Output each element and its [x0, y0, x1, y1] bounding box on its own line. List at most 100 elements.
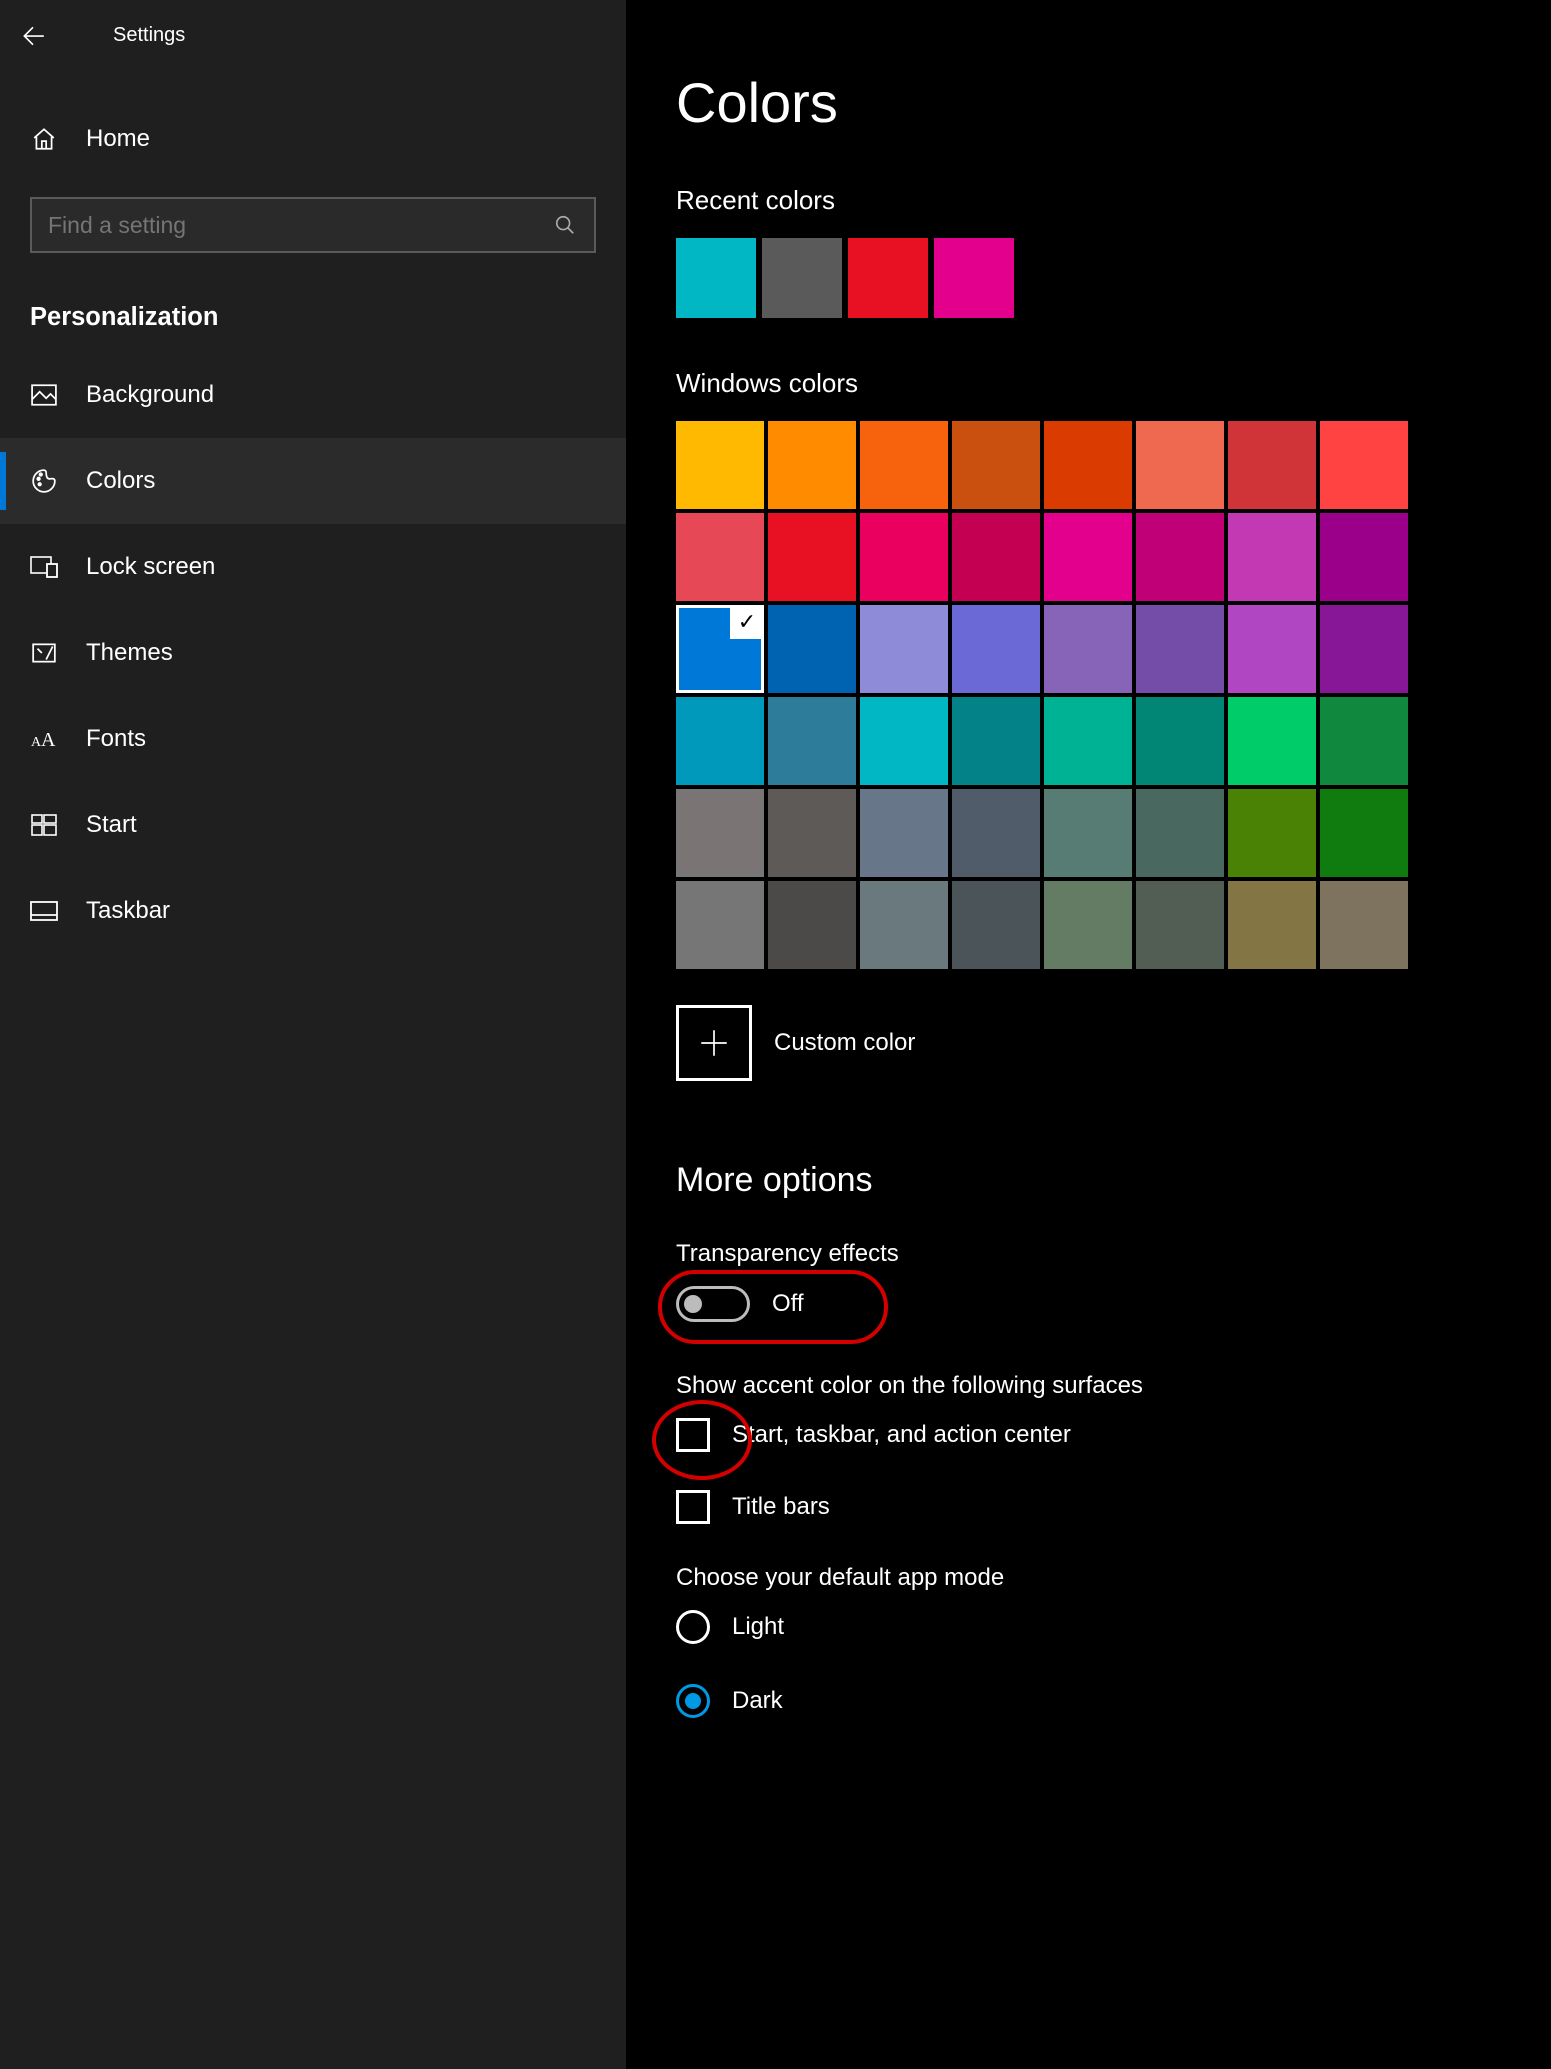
color-swatch[interactable] [1320, 881, 1408, 969]
transparency-toggle[interactable] [676, 1286, 750, 1322]
color-swatch[interactable] [676, 421, 764, 509]
main-content: Colors Recent colors Windows colors ✓ Cu… [626, 0, 1551, 2069]
radio-label: Light [732, 1613, 784, 1641]
custom-color-button[interactable] [676, 1005, 752, 1081]
sidebar-home[interactable]: Home [0, 103, 626, 175]
sidebar-item-label: Lock screen [86, 553, 215, 581]
arrow-left-icon [20, 23, 46, 49]
sidebar-item-lock-screen[interactable]: Lock screen [0, 524, 626, 610]
color-swatch[interactable] [768, 881, 856, 969]
titlebar: Settings [0, 8, 626, 63]
color-swatch[interactable] [1320, 605, 1408, 693]
color-swatch[interactable] [860, 881, 948, 969]
color-swatch[interactable] [768, 697, 856, 785]
color-swatch[interactable] [1320, 421, 1408, 509]
color-swatch[interactable] [1136, 421, 1224, 509]
accent-surfaces-title: Show accent color on the following surfa… [676, 1372, 1501, 1400]
color-swatch[interactable] [676, 697, 764, 785]
color-swatch[interactable] [952, 421, 1040, 509]
recent-color-swatch[interactable] [676, 238, 756, 318]
search-input[interactable] [30, 197, 596, 253]
app-mode-option[interactable]: Light [676, 1610, 1501, 1644]
checkbox-label: Start, taskbar, and action center [732, 1421, 1071, 1449]
transparency-state: Off [772, 1290, 804, 1318]
sidebar-item-start[interactable]: Start [0, 782, 626, 868]
sidebar-item-fonts[interactable]: AA Fonts [0, 696, 626, 782]
background-icon [30, 384, 58, 406]
themes-icon [30, 640, 58, 666]
color-swatch[interactable] [676, 513, 764, 601]
recent-colors-title: Recent colors [676, 185, 1501, 216]
color-swatch[interactable] [676, 881, 764, 969]
color-swatch[interactable] [1044, 881, 1132, 969]
color-swatch[interactable] [952, 881, 1040, 969]
custom-color-label: Custom color [774, 1029, 915, 1057]
back-button[interactable] [0, 8, 65, 63]
color-swatch[interactable] [860, 789, 948, 877]
recent-color-swatch[interactable] [934, 238, 1014, 318]
color-swatch[interactable] [768, 789, 856, 877]
color-swatch[interactable] [952, 513, 1040, 601]
sidebar-item-label: Themes [86, 639, 173, 667]
radio[interactable] [676, 1684, 710, 1718]
color-swatch[interactable] [676, 789, 764, 877]
colors-icon [30, 468, 58, 494]
sidebar-item-label: Colors [86, 467, 155, 495]
color-swatch[interactable] [860, 697, 948, 785]
color-swatch[interactable] [768, 513, 856, 601]
fonts-icon: AA [30, 728, 58, 750]
sidebar-item-label: Fonts [86, 725, 146, 753]
more-options-title: More options [676, 1161, 1501, 1200]
start-icon [30, 814, 58, 836]
accent-check-row: Start, taskbar, and action center [676, 1418, 1501, 1452]
color-swatch[interactable] [1320, 789, 1408, 877]
color-swatch[interactable] [860, 513, 948, 601]
color-swatch[interactable] [1044, 421, 1132, 509]
color-swatch[interactable] [1136, 605, 1224, 693]
color-swatch[interactable] [1228, 421, 1316, 509]
color-swatch[interactable]: ✓ [676, 605, 764, 693]
svg-text:A: A [41, 729, 56, 750]
color-swatch[interactable] [1136, 513, 1224, 601]
color-swatch[interactable] [768, 421, 856, 509]
sidebar-item-colors[interactable]: Colors [0, 438, 626, 524]
sidebar-item-label: Taskbar [86, 897, 170, 925]
color-swatch[interactable] [1136, 881, 1224, 969]
sidebar-item-taskbar[interactable]: Taskbar [0, 868, 626, 954]
home-label: Home [86, 125, 150, 153]
recent-color-swatch[interactable] [762, 238, 842, 318]
color-swatch[interactable] [1136, 697, 1224, 785]
color-swatch[interactable] [1320, 697, 1408, 785]
color-swatch[interactable] [1044, 605, 1132, 693]
color-swatch[interactable] [1228, 881, 1316, 969]
transparency-label: Transparency effects [676, 1240, 1501, 1268]
color-swatch[interactable] [1228, 789, 1316, 877]
sidebar-item-themes[interactable]: Themes [0, 610, 626, 696]
color-swatch[interactable] [860, 421, 948, 509]
checkbox[interactable] [676, 1490, 710, 1524]
color-swatch[interactable] [1044, 789, 1132, 877]
color-swatch[interactable] [860, 605, 948, 693]
color-swatch[interactable] [1320, 513, 1408, 601]
color-swatch[interactable] [1228, 513, 1316, 601]
color-swatch[interactable] [952, 605, 1040, 693]
sidebar-item-background[interactable]: Background [0, 352, 626, 438]
color-swatch[interactable] [952, 789, 1040, 877]
color-swatch[interactable] [1044, 697, 1132, 785]
windows-colors-title: Windows colors [676, 368, 1501, 399]
color-swatch[interactable] [1136, 789, 1224, 877]
color-swatch[interactable] [1228, 697, 1316, 785]
app-mode-option[interactable]: Dark [676, 1684, 1501, 1718]
section-title: Personalization [0, 263, 626, 352]
color-swatch[interactable] [952, 697, 1040, 785]
color-swatch[interactable] [768, 605, 856, 693]
home-icon [30, 126, 58, 152]
app-mode-title: Choose your default app mode [676, 1564, 1501, 1592]
color-swatch[interactable] [1044, 513, 1132, 601]
search-icon [554, 214, 576, 236]
checkbox[interactable] [676, 1418, 710, 1452]
radio[interactable] [676, 1610, 710, 1644]
app-title: Settings [65, 24, 185, 47]
color-swatch[interactable] [1228, 605, 1316, 693]
recent-color-swatch[interactable] [848, 238, 928, 318]
